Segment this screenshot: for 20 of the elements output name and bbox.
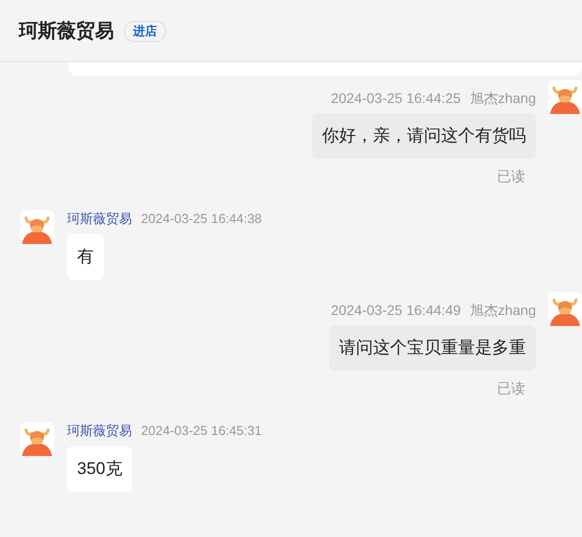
bull-avatar-icon [20,210,54,244]
message-bubble: 你好，亲，请问这个有货吗 [312,113,536,159]
message-time: 2024-03-25 16:44:38 [141,210,262,228]
bull-avatar-icon [548,80,582,114]
sender-name: 珂斯薇贸易 [67,422,132,440]
read-status: 已读 [497,380,525,398]
enter-shop-button[interactable]: 进店 [124,20,166,42]
message-bubble: 有 [67,234,104,280]
message-time: 2024-03-25 16:44:25 [330,89,461,107]
sender-name: 旭杰zhang [470,301,536,319]
message-bubble: 请问这个宝贝重量是多重 [329,325,536,371]
message-time: 2024-03-25 16:45:31 [141,422,262,440]
read-status: 已读 [497,168,525,186]
message-bubble: 350克 [67,446,132,492]
message-time: 2024-03-25 16:44:49 [330,301,461,319]
bull-avatar-icon [548,292,582,326]
bull-avatar-icon [20,422,54,456]
sender-name: 珂斯薇贸易 [67,210,132,228]
shop-title: 珂斯薇贸易 [19,20,114,44]
sender-name: 旭杰zhang [470,89,536,107]
